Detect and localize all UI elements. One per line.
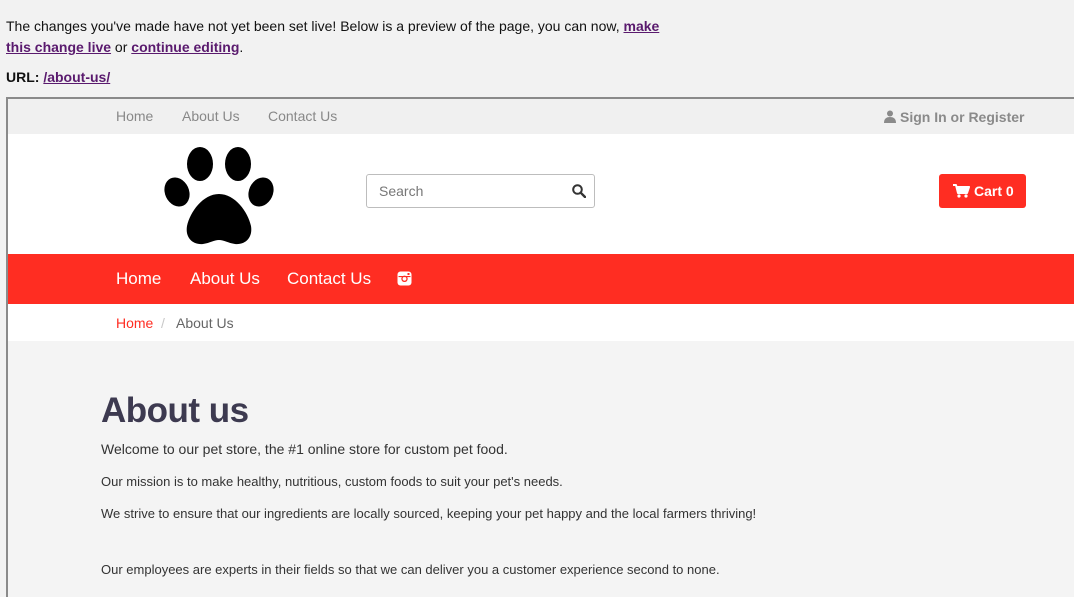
top-nav-about[interactable]: About Us — [182, 108, 240, 124]
notice-text: The changes you've made have not yet bee… — [6, 18, 624, 34]
breadcrumb: Home / About Us — [8, 304, 1074, 341]
cart-icon — [953, 184, 970, 198]
main-nav-contact[interactable]: Contact Us — [287, 269, 371, 289]
paragraph-employees: Our employees are experts in their field… — [101, 562, 720, 577]
search-box — [366, 174, 595, 208]
paragraph-ingredients: We strive to ensure that our ingredients… — [101, 506, 757, 521]
notice-text-end: . — [239, 39, 244, 55]
sign-in-link[interactable]: Sign In or Register — [884, 109, 1024, 125]
breadcrumb-current: About Us — [176, 315, 234, 331]
cart-button[interactable]: Cart 0 — [939, 174, 1026, 208]
paragraph-mission: Our mission is to make healthy, nutritio… — [101, 474, 563, 489]
sign-in-label: Sign In or Register — [900, 109, 1025, 125]
page-title: About us — [101, 391, 249, 430]
paragraph-welcome: Welcome to our pet store, the #1 online … — [101, 441, 508, 457]
top-nav-home[interactable]: Home — [116, 108, 153, 124]
cart-label: Cart 0 — [974, 183, 1014, 199]
top-bar: Home About Us Contact Us Sign In or Regi… — [8, 99, 1074, 134]
top-nav-contact[interactable]: Contact Us — [268, 108, 337, 124]
page-content: About us Welcome to our pet store, the #… — [101, 391, 1001, 577]
main-nav-home[interactable]: Home — [116, 269, 161, 289]
notice-text-or: or — [111, 39, 132, 55]
instagram-icon[interactable] — [397, 271, 412, 286]
url-link[interactable]: /about-us/ — [43, 69, 110, 85]
search-input[interactable] — [367, 175, 562, 207]
main-nav: Home About Us Contact Us — [8, 254, 1074, 304]
breadcrumb-separator: / — [161, 315, 165, 331]
search-icon[interactable] — [572, 184, 586, 198]
preview-notice: The changes you've made have not yet bee… — [6, 16, 666, 58]
page-preview-frame: Home About Us Contact Us Sign In or Regi… — [6, 97, 1074, 597]
url-label: URL: — [6, 69, 40, 85]
continue-editing-link[interactable]: continue editing — [131, 39, 239, 55]
paw-logo[interactable] — [163, 142, 275, 246]
main-nav-about[interactable]: About Us — [190, 269, 260, 289]
user-icon — [884, 110, 896, 123]
site-header: Cart 0 — [8, 134, 1074, 254]
url-line: URL: /about-us/ — [6, 68, 110, 86]
breadcrumb-home[interactable]: Home — [116, 315, 153, 331]
